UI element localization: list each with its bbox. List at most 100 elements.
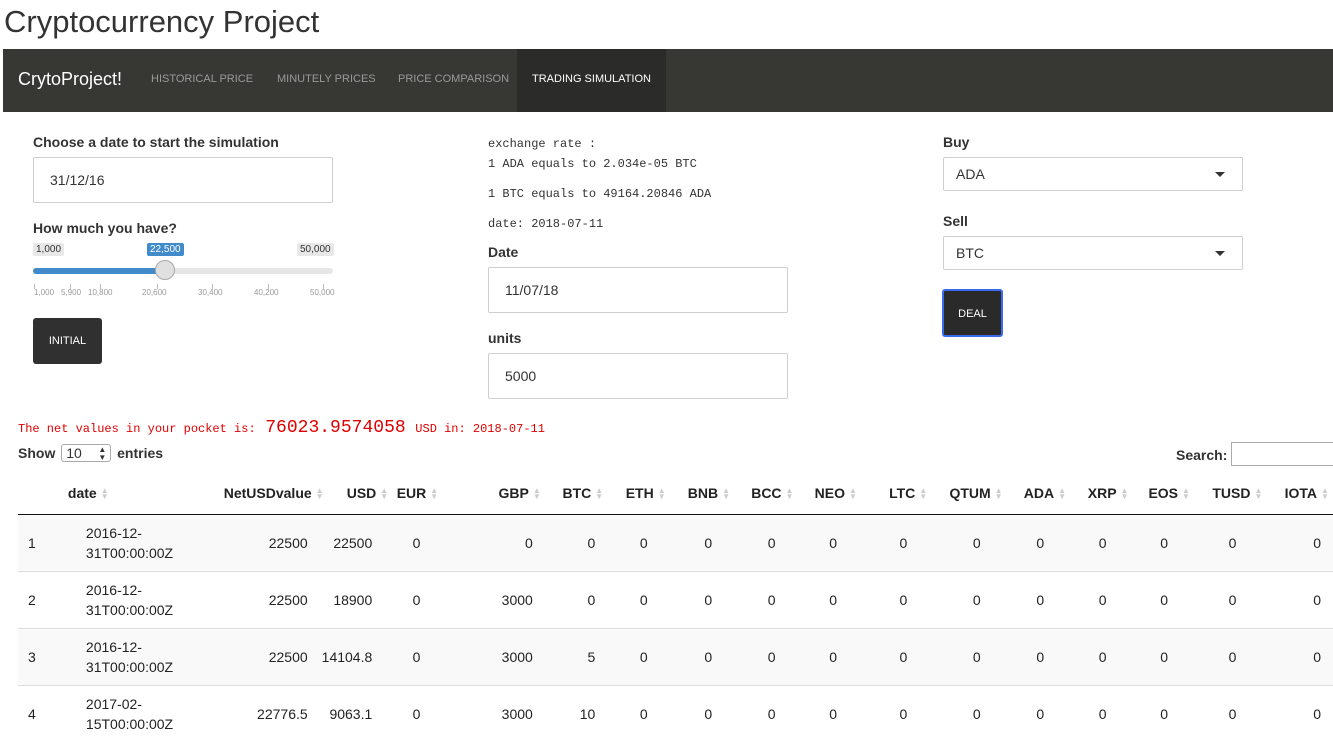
table-cell-iota: 0 [1260,514,1333,572]
table-row[interactable]: 3 2016-12- 31T00:00:00Z 22500 14104.8 0 3000 5 0… [18,628,1333,686]
slider-tick-label: 10,800 [88,288,113,297]
table-cell-bcc: 0 [728,571,792,629]
slider-min-label: 1,000 [33,243,65,256]
start-date-label: Choose a date to start the simulation [33,134,279,150]
col-eur[interactable]: EUR ▲ ▼ [386,472,447,515]
table-cell-eth: 0 [601,571,664,629]
table-cell-bcc: 0 [728,514,792,572]
sort-icon: ▲ ▼ [595,486,604,502]
deal-button[interactable]: DEAL [942,289,1003,337]
col-index [18,472,40,515]
row-index-cell: 3 [18,628,40,686]
exchange-rate-date: date: 2018-07-11 [488,217,604,231]
col-eos[interactable]: EOS ▲ ▼ [1126,472,1190,515]
table-body: 1 2016-12- 31T00:00:00Z 22500 22500 0 0 0 0 0 0 0 0 0… [18,514,1333,742]
col-tusd[interactable]: TUSD ▲ ▼ [1188,472,1262,515]
slider-fill [33,268,165,274]
col-eth[interactable]: ETH ▲ ▼ [601,472,666,515]
units-input[interactable]: 5000 [488,353,788,399]
table-cell-bcc: 0 [728,628,792,686]
slider-handle[interactable] [154,260,175,280]
col-date[interactable]: date ▲ ▼ [39,472,195,515]
col-ada[interactable]: ADA ▲ ▼ [1000,472,1067,515]
tab-price-comparison[interactable]: PRICE COMPARISON [383,49,524,112]
table-cell-eur: 0 [386,514,447,572]
table-cell-eur: 0 [386,628,447,686]
table-cell-tusd: 0 [1188,685,1261,742]
table-cell-iota: 0 [1260,628,1333,686]
sort-icon: ▲ ▼ [1120,486,1129,502]
col-ltc[interactable]: LTC ▲ ▼ [854,472,928,515]
table-row[interactable]: 2 2016-12- 31T00:00:00Z 22500 18900 0 3000 0 0 0 0… [18,571,1333,629]
navbar-brand[interactable]: CrytoProject! [18,69,122,90]
col-label: QTUM [949,485,991,501]
tab-minutely-prices[interactable]: MINUTELY PRICES [262,49,391,112]
table-cell-date: 2016-12- 31T00:00:00Z [39,514,195,572]
page-length-control: Show 10 ▲ ▼ entries [18,444,163,462]
col-label: NEO [814,485,845,501]
table-cell-bnb: 0 [663,628,729,686]
slider-tick-label: 5,900 [61,288,82,297]
col-qtum[interactable]: QTUM ▲ ▼ [925,472,1003,515]
col-label: ETH [625,485,654,501]
col-label: USD [346,485,377,501]
col-label: XRP [1087,485,1117,501]
sort-icon: ▲ ▼ [1321,486,1329,502]
sort-icon: ▲ ▼ [532,486,541,502]
page-length-select[interactable]: 10 ▲ ▼ [61,444,112,462]
net-value-amount: 76023.9574058 [265,418,406,438]
sort-icon: ▲ ▼ [657,486,666,502]
sort-icon: ▲ ▼ [380,486,389,502]
table-cell-usd: 22500 [321,514,387,572]
table-row[interactable]: 1 2016-12- 31T00:00:00Z 22500 22500 0 0 0 0 0 0 0 0 0… [18,514,1333,572]
table-row[interactable]: 4 2017-02- 15T00:00:00Z 22776.5 9063.1 0 3000 1… [18,685,1333,742]
show-label: Show [18,445,56,461]
table-cell-netusdvalue: 22500 [194,571,322,629]
table-cell-eos: 0 [1126,628,1189,686]
col-usd[interactable]: USD ▲ ▼ [321,472,389,515]
exchange-rate-header: exchange rate : [488,137,597,151]
table-cell-qtum: 0 [925,685,1001,742]
buy-select[interactable]: ADA [943,157,1243,191]
col-label: EOS [1148,485,1179,501]
row-index-cell: 1 [18,514,40,572]
table-cell-ada: 0 [1000,514,1065,572]
col-btc[interactable]: BTC ▲ ▼ [538,472,604,515]
col-xrp[interactable]: XRP ▲ ▼ [1064,472,1129,515]
col-bnb[interactable]: BNB ▲ ▼ [663,472,730,515]
col-label: ADA [1023,485,1055,501]
search-input[interactable] [1231,442,1333,466]
table-cell-ada: 0 [1000,685,1065,742]
sort-icon: ▲ ▼ [1058,486,1067,502]
initial-button[interactable]: INITIAL [33,318,102,364]
table-cell-netusdvalue: 22500 [194,628,322,686]
table-cell-bcc: 0 [728,685,792,742]
trade-date-input[interactable]: 11/07/18 [488,267,788,313]
col-bcc[interactable]: BCC ▲ ▼ [728,472,793,515]
chevron-down-icon [1215,172,1225,177]
table-cell-usd: 9063.1 [321,685,387,742]
table-cell-eos: 0 [1126,685,1189,742]
start-date-input[interactable]: 31/12/16 [33,157,333,203]
table-cell-ada: 0 [1000,628,1065,686]
col-netusdvalue[interactable]: NetUSDvalue ▲ ▼ [194,472,324,515]
sell-select[interactable]: BTC [943,236,1243,270]
col-label: BTC [562,485,592,501]
tab-trading-simulation[interactable]: TRADING SIMULATION [517,49,666,112]
chevron-down-icon [1215,251,1225,256]
table-cell-usd: 14104.8 [321,628,387,686]
table-cell-xrp: 0 [1064,571,1127,629]
table-cell-date: 2016-12- 31T00:00:00Z [39,628,195,686]
table-cell-eur: 0 [386,685,447,742]
tab-historical-price[interactable]: HISTORICAL PRICE [136,49,268,112]
col-label: NetUSDvalue [223,485,312,501]
table-cell-qtum: 0 [925,628,1001,686]
table-cell-gbp: 3000 [446,685,539,742]
sort-icon: ▲ ▼ [919,486,928,502]
col-gbp[interactable]: GBP ▲ ▼ [446,472,541,515]
col-label: BNB [687,485,719,501]
col-neo[interactable]: NEO ▲ ▼ [791,472,857,515]
table-cell-xrp: 0 [1064,685,1127,742]
navbar: CrytoProject! HISTORICAL PRICE MINUTELY … [3,49,1333,112]
col-iota[interactable]: IOTA ▲ ▼ [1260,472,1333,515]
